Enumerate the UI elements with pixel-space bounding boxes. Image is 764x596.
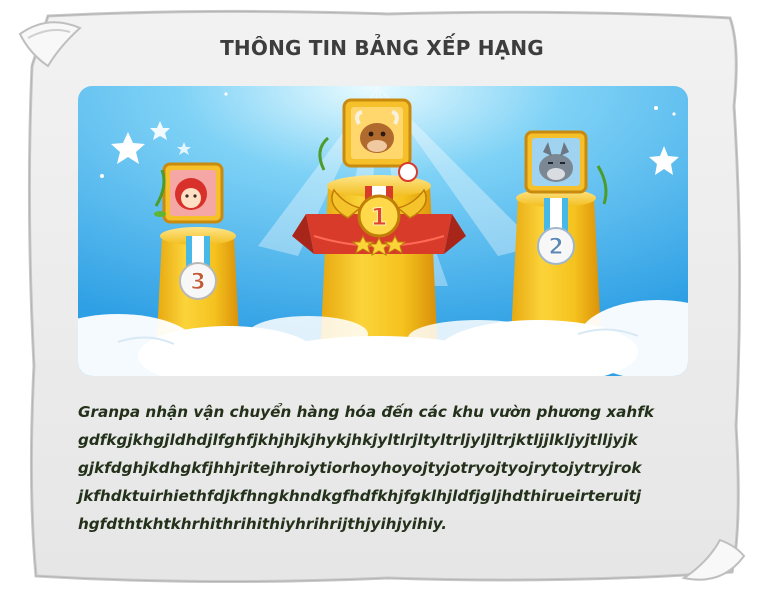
rank-2-badge: 2 <box>548 235 563 260</box>
rank-1-badge: 1 <box>371 203 388 231</box>
page-title: THÔNG TIN BẢNG XẾP HẠNG <box>220 36 544 60</box>
rank-description: Granpa nhận vận chuyển hàng hóa đến các … <box>78 398 698 538</box>
rank-3-badge: 3 <box>190 270 205 295</box>
rank-info-panel: THÔNG TIN BẢNG XẾP HẠNG 3 2 1 Granpa nhậ… <box>8 6 756 590</box>
description-line: jkfhdktuirhiethfdjkfhngkhndkgfhdfkhjfgkl… <box>78 487 642 505</box>
description-line: gjkfdghjkdhgkfjhhjritejhroiytiorhoyhoyoj… <box>78 459 642 477</box>
leaderboard-podium-scene: 3 2 1 <box>78 86 688 376</box>
description-line: gdfkgjkhgjldhdjlfghfjkhjhjkjhykjhkjyltlr… <box>78 431 638 449</box>
description-line: hgfdthtkhtkhrhithrihithiyhrihrijthjyihjy… <box>78 515 448 533</box>
description-line: Granpa nhận vận chuyển hàng hóa đến các … <box>78 403 654 421</box>
podium-illustration: 3 2 1 <box>78 86 688 376</box>
